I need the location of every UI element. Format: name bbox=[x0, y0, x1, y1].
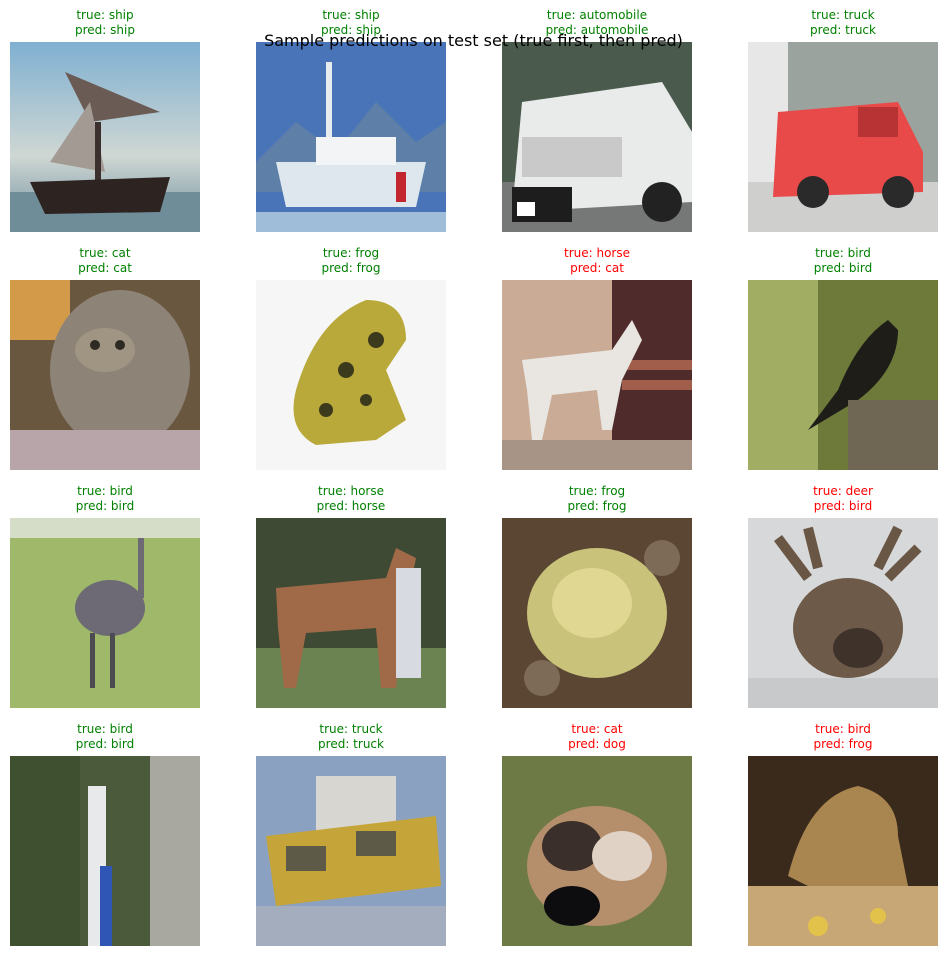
prediction-cell: true: cat pred: cat bbox=[10, 246, 200, 478]
prediction-label: true: automobile pred: automobile bbox=[502, 8, 692, 38]
pred-label: pred: bird bbox=[75, 499, 135, 513]
pred-label: pred: bird bbox=[75, 737, 135, 751]
pred-label: pred: ship bbox=[321, 23, 381, 37]
truck-image bbox=[256, 756, 446, 946]
bird-image bbox=[10, 518, 200, 708]
pred-label: pred: bird bbox=[813, 261, 873, 275]
prediction-label: true: cat pred: dog bbox=[502, 722, 692, 752]
pred-label: pred: truck bbox=[318, 737, 384, 751]
automobile-image bbox=[502, 42, 692, 232]
prediction-cell: true: horse pred: cat bbox=[502, 246, 692, 478]
frog-image bbox=[256, 280, 446, 470]
true-label: true: ship bbox=[76, 8, 134, 22]
true-label: true: frog bbox=[322, 246, 380, 260]
true-label: true: bird bbox=[815, 722, 871, 736]
pred-label: pred: frog bbox=[813, 737, 873, 751]
prediction-figure: Sample predictions on test set (true fir… bbox=[0, 0, 947, 956]
bird-image bbox=[10, 756, 200, 946]
true-label: true: bird bbox=[77, 722, 133, 736]
prediction-label: true: frog pred: frog bbox=[502, 484, 692, 514]
prediction-label: true: bird pred: bird bbox=[10, 484, 200, 514]
prediction-cell: true: bird pred: bird bbox=[748, 246, 938, 478]
bird-image bbox=[748, 280, 938, 470]
prediction-cell: true: bird pred: bird bbox=[10, 484, 200, 716]
prediction-label: true: frog pred: frog bbox=[256, 246, 446, 276]
prediction-cell: true: truck pred: truck bbox=[256, 722, 446, 954]
pred-label: pred: bird bbox=[813, 499, 873, 513]
pred-label: pred: frog bbox=[321, 261, 381, 275]
prediction-cell: true: ship pred: ship bbox=[256, 8, 446, 240]
horse-image bbox=[502, 280, 692, 470]
true-label: true: deer bbox=[813, 484, 873, 498]
pred-label: pred: horse bbox=[316, 499, 386, 513]
pred-label: pred: cat bbox=[570, 261, 624, 275]
prediction-cell: true: frog pred: frog bbox=[256, 246, 446, 478]
prediction-label: true: truck pred: truck bbox=[748, 8, 938, 38]
prediction-label: true: ship pred: ship bbox=[256, 8, 446, 38]
true-label: true: cat bbox=[571, 722, 623, 736]
prediction-label: true: ship pred: ship bbox=[10, 8, 200, 38]
horse-image bbox=[256, 518, 446, 708]
prediction-cell: true: ship pred: ship bbox=[10, 8, 200, 240]
prediction-label: true: horse pred: horse bbox=[256, 484, 446, 514]
deer-image bbox=[748, 518, 938, 708]
prediction-label: true: deer pred: bird bbox=[748, 484, 938, 514]
ship-image bbox=[10, 42, 200, 232]
prediction-cell: true: truck pred: truck bbox=[748, 8, 938, 240]
truck-image bbox=[748, 42, 938, 232]
true-label: true: cat bbox=[79, 246, 131, 260]
prediction-label: true: cat pred: cat bbox=[10, 246, 200, 276]
frog-image bbox=[502, 518, 692, 708]
pred-label: pred: frog bbox=[567, 499, 627, 513]
prediction-cell: true: bird pred: bird bbox=[10, 722, 200, 954]
true-label: true: bird bbox=[815, 246, 871, 260]
true-label: true: bird bbox=[77, 484, 133, 498]
bird-image bbox=[748, 756, 938, 946]
true-label: true: ship bbox=[322, 8, 380, 22]
true-label: true: truck bbox=[319, 722, 383, 736]
prediction-label: true: bird pred: bird bbox=[748, 246, 938, 276]
prediction-cell: true: cat pred: dog bbox=[502, 722, 692, 954]
ship-image bbox=[256, 42, 446, 232]
true-label: true: horse bbox=[564, 246, 630, 260]
pred-label: pred: dog bbox=[568, 737, 626, 751]
prediction-cell: true: automobile pred: automobile bbox=[502, 8, 692, 240]
prediction-cell: true: bird pred: frog bbox=[748, 722, 938, 954]
prediction-label: true: truck pred: truck bbox=[256, 722, 446, 752]
prediction-cell: true: deer pred: bird bbox=[748, 484, 938, 716]
prediction-label: true: bird pred: bird bbox=[10, 722, 200, 752]
true-label: true: frog bbox=[568, 484, 626, 498]
cat-image bbox=[10, 280, 200, 470]
pred-label: pred: automobile bbox=[545, 23, 649, 37]
true-label: true: horse bbox=[318, 484, 384, 498]
prediction-label: true: horse pred: cat bbox=[502, 246, 692, 276]
pred-label: pred: ship bbox=[75, 23, 135, 37]
pred-label: pred: cat bbox=[78, 261, 132, 275]
true-label: true: automobile bbox=[546, 8, 648, 22]
true-label: true: truck bbox=[811, 8, 875, 22]
prediction-label: true: bird pred: frog bbox=[748, 722, 938, 752]
cat-image bbox=[502, 756, 692, 946]
pred-label: pred: truck bbox=[810, 23, 876, 37]
prediction-cell: true: horse pred: horse bbox=[256, 484, 446, 716]
prediction-cell: true: frog pred: frog bbox=[502, 484, 692, 716]
